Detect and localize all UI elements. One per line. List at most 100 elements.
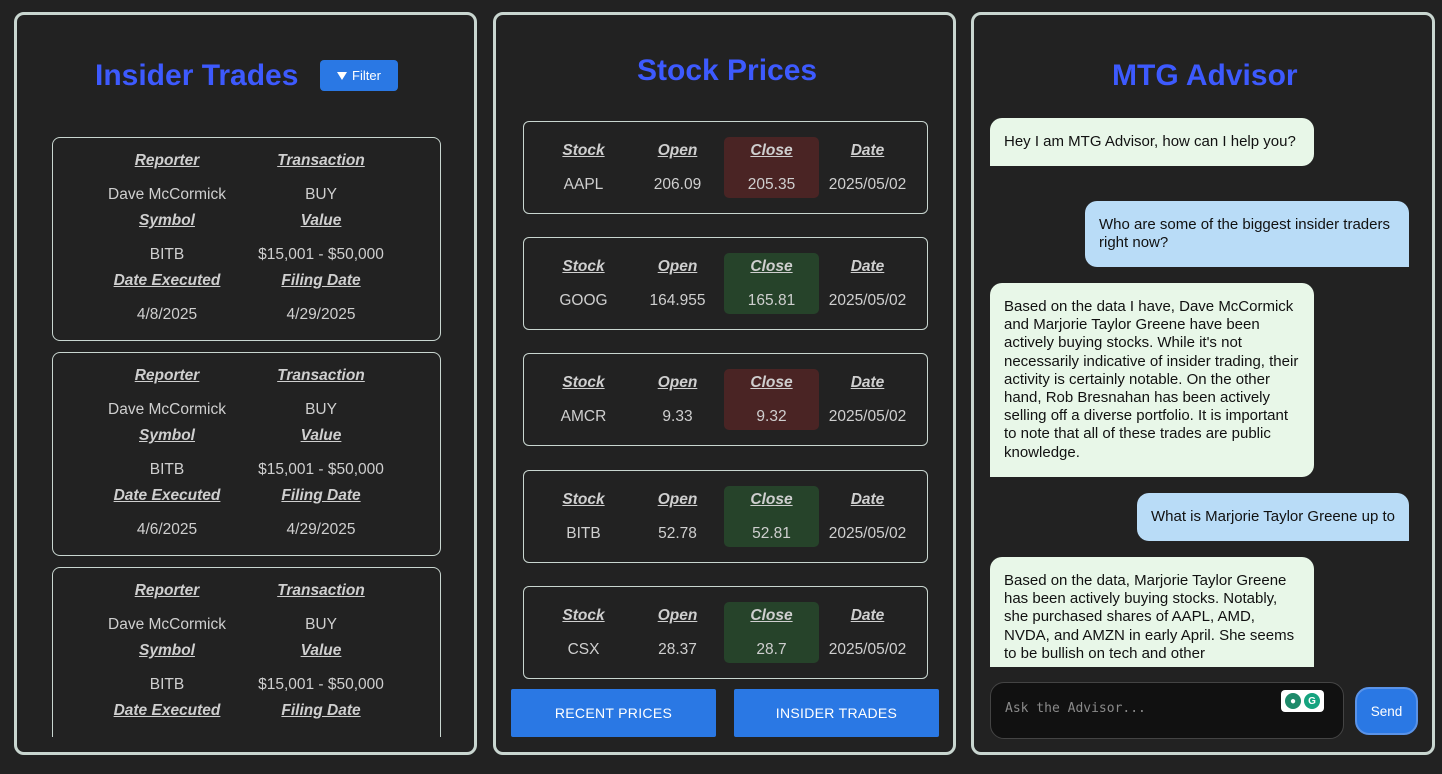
header-stock: Stock — [562, 491, 605, 508]
trades-list[interactable]: Reporter Transaction Dave McCormick BUY Symb… — [52, 137, 443, 737]
header-date: Date — [850, 374, 885, 391]
insider-trades-button[interactable]: INSIDER TRADES — [734, 689, 939, 737]
header-reporter: Reporter — [134, 152, 200, 169]
filter-button[interactable]: Filter — [320, 60, 398, 91]
stock-row-card[interactable]: Stock AAPL Open 206.09 Close 205.35 Date 2025/0… — [523, 121, 928, 214]
user-message: Who are some of the biggest insider trad… — [1085, 201, 1409, 268]
value-stock: AMCR — [560, 408, 607, 425]
header-close: Close — [750, 491, 793, 508]
column-stock: Stock GOOG — [536, 238, 631, 329]
header-symbol: Symbol — [139, 212, 195, 229]
value-symbol: BITB — [149, 461, 185, 478]
value-transaction: BUY — [305, 186, 337, 203]
value-value: $15,001 - $50,000 — [258, 246, 384, 263]
header-date-executed: Date Executed — [113, 272, 221, 289]
header-transaction: Transaction — [277, 582, 365, 599]
header-filing-date: Filing Date — [281, 702, 361, 719]
trade-card[interactable]: Reporter Transaction Dave McCormick BUY Symb… — [52, 137, 441, 341]
header-date-executed: Date Executed — [113, 487, 221, 504]
assistant-extension-icons[interactable]: ● G — [1281, 690, 1324, 712]
value-reporter: Dave McCormick — [108, 616, 226, 633]
value-date: 2025/05/02 — [828, 408, 907, 425]
header-date: Date — [850, 142, 885, 159]
value-reporter: Dave McCormick — [108, 186, 226, 203]
column-stock: Stock BITB — [536, 471, 631, 562]
column-open: Open 52.78 — [630, 471, 725, 562]
value-close: 52.81 — [752, 525, 791, 542]
column-close: Close 9.32 — [724, 354, 819, 445]
stock-prices-panel: Stock Prices Stock AAPL Open 206.09 Close 205… — [493, 12, 956, 755]
recent-prices-button[interactable]: RECENT PRICES — [511, 689, 716, 737]
value-stock: CSX — [567, 641, 600, 658]
header-close: Close — [750, 258, 793, 275]
column-date: Date 2025/05/02 — [820, 587, 915, 678]
chat-messages[interactable]: Hey I am MTG Advisor, how can I help you… — [974, 115, 1432, 667]
send-button[interactable]: Send — [1355, 687, 1418, 735]
column-stock: Stock AMCR — [536, 354, 631, 445]
stock-row-card[interactable]: Stock GOOG Open 164.955 Close 165.81 Date 2025/… — [523, 237, 928, 330]
column-close: Close 28.7 — [724, 587, 819, 678]
insider-trades-title: Insider Trades — [95, 59, 299, 92]
column-stock: Stock AAPL — [536, 122, 631, 213]
trade-card[interactable]: Reporter Transaction Dave McCormick BUY Symb… — [52, 567, 441, 737]
value-stock: GOOG — [559, 292, 608, 309]
column-open: Open 9.33 — [630, 354, 725, 445]
column-date: Date 2025/05/02 — [820, 238, 915, 329]
column-date: Date 2025/05/02 — [820, 122, 915, 213]
header-stock: Stock — [562, 607, 605, 624]
column-date: Date 2025/05/02 — [820, 354, 915, 445]
advisor-panel: MTG Advisor Hey I am MTG Advisor, how ca… — [971, 12, 1435, 755]
value-date: 2025/05/02 — [828, 641, 907, 658]
column-close: Close 52.81 — [724, 471, 819, 562]
column-stock: Stock CSX — [536, 587, 631, 678]
value-filing-date: 4/29/2025 — [286, 521, 356, 538]
value-date: 2025/05/02 — [828, 292, 907, 309]
header-stock: Stock — [562, 142, 605, 159]
value-open: 28.37 — [658, 641, 697, 658]
value-open: 164.955 — [649, 292, 706, 309]
value-symbol: BITB — [149, 676, 185, 693]
header-open: Open — [657, 491, 698, 508]
value-date: 2025/05/02 — [828, 176, 907, 193]
header-date-executed: Date Executed — [113, 702, 221, 719]
header-value: Value — [300, 642, 342, 659]
header-date: Date — [850, 491, 885, 508]
header-close: Close — [750, 142, 793, 159]
advisor-title: MTG Advisor — [1112, 59, 1298, 92]
column-date: Date 2025/05/02 — [820, 471, 915, 562]
header-symbol: Symbol — [139, 427, 195, 444]
value-value: $15,001 - $50,000 — [258, 676, 384, 693]
stock-prices-title: Stock Prices — [637, 54, 818, 87]
pin-icon[interactable]: ● — [1285, 693, 1301, 709]
value-transaction: BUY — [305, 401, 337, 418]
header-date: Date — [850, 258, 885, 275]
stock-row-card[interactable]: Stock BITB Open 52.78 Close 52.81 Date 2025/05/… — [523, 470, 928, 563]
stock-row-card[interactable]: Stock AMCR Open 9.33 Close 9.32 Date 2025/05/02 — [523, 353, 928, 446]
header-reporter: Reporter — [134, 367, 200, 384]
value-stock: BITB — [566, 525, 601, 542]
header-transaction: Transaction — [277, 152, 365, 169]
header-open: Open — [657, 142, 698, 159]
value-date-executed: 4/6/2025 — [136, 521, 198, 538]
header-value: Value — [300, 427, 342, 444]
header-date: Date — [850, 607, 885, 624]
chat-input-box[interactable]: ● G — [990, 682, 1344, 739]
stock-row-card[interactable]: Stock CSX Open 28.37 Close 28.7 Date 2025/05/02 — [523, 586, 928, 679]
header-filing-date: Filing Date — [281, 487, 361, 504]
chat-input[interactable] — [1005, 701, 1265, 716]
column-open: Open 164.955 — [630, 238, 725, 329]
advisor-message: Based on the data I have, Dave McCormick… — [990, 283, 1314, 477]
value-date: 2025/05/02 — [828, 525, 907, 542]
advisor-message: Based on the data, Marjorie Taylor Green… — [990, 557, 1314, 667]
header-stock: Stock — [562, 258, 605, 275]
value-reporter: Dave McCormick — [108, 401, 226, 418]
value-close: 205.35 — [747, 176, 796, 193]
value-value: $15,001 - $50,000 — [258, 461, 384, 478]
value-transaction: BUY — [305, 616, 337, 633]
user-message: What is Marjorie Taylor Greene up to — [1137, 493, 1409, 542]
column-open: Open 28.37 — [630, 587, 725, 678]
grammarly-icon[interactable]: G — [1304, 693, 1320, 709]
trade-card[interactable]: Reporter Transaction Dave McCormick BUY Symb… — [52, 352, 441, 556]
value-close: 28.7 — [756, 641, 787, 658]
header-close: Close — [750, 607, 793, 624]
